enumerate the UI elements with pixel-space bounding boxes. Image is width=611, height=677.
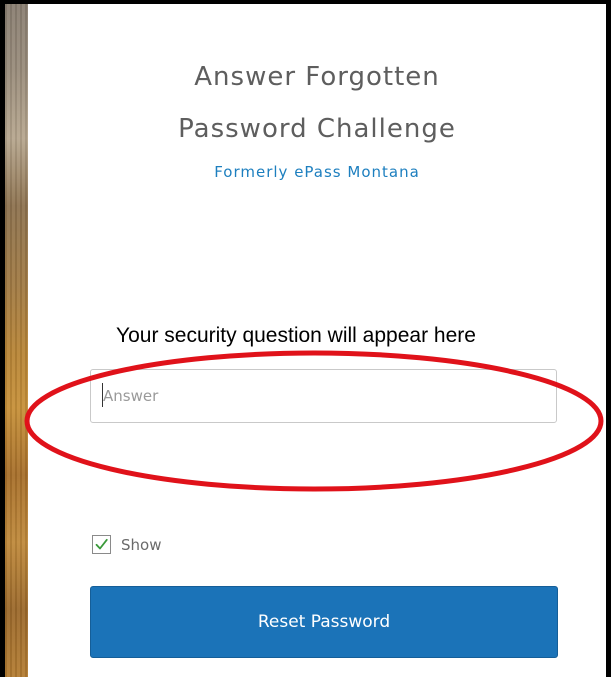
show-answer-toggle[interactable]: Show [92, 535, 161, 554]
background-image-strip [5, 4, 28, 677]
page-title-line1: Answer Forgotten [194, 62, 440, 92]
security-question-label: Your security question will appear here [116, 324, 476, 347]
page-title-line2: Password Challenge [178, 114, 456, 144]
show-checkbox[interactable] [92, 535, 111, 554]
show-label: Show [121, 535, 162, 554]
reset-password-button[interactable]: Reset Password [90, 586, 558, 658]
answer-input[interactable] [90, 369, 557, 423]
text-caret [102, 383, 103, 407]
check-icon [95, 538, 108, 550]
page-subtitle: Formerly ePass Montana [214, 163, 420, 181]
reset-password-panel: Answer Forgotten Password Challenge Form… [28, 4, 606, 677]
